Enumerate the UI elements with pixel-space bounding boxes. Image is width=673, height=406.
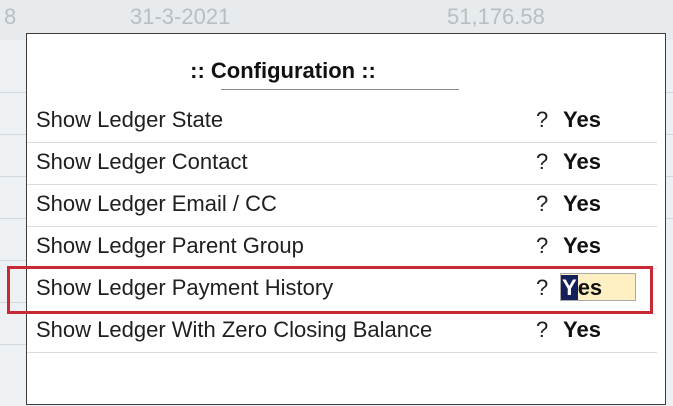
background-gridline xyxy=(0,92,26,93)
config-value-input-active[interactable]: Yes xyxy=(560,273,636,301)
background-gridline xyxy=(0,260,26,261)
question-mark: ? xyxy=(536,107,549,132)
background-gridline xyxy=(0,344,26,345)
config-label: Show Ledger Email / CC xyxy=(36,191,277,216)
config-label: Show Ledger Contact xyxy=(36,149,248,174)
text-cursor: Y xyxy=(561,275,578,300)
question-mark: ? xyxy=(536,149,549,174)
config-row-ledger-parent-group[interactable]: Show Ledger Parent Group ? Yes xyxy=(27,227,657,269)
config-value-field[interactable]: Yes xyxy=(563,191,601,217)
title-underline xyxy=(221,89,459,90)
config-row-payment-history-selected[interactable]: Show Ledger Payment History ? Yes xyxy=(7,266,653,314)
question-mark: ? xyxy=(536,275,549,300)
background-gridline xyxy=(0,134,26,135)
config-value-field[interactable]: Yes xyxy=(563,107,601,133)
question-mark: ? xyxy=(536,233,549,258)
question-mark: ? xyxy=(536,191,549,216)
config-label: Show Ledger State xyxy=(36,107,224,132)
config-row-ledger-state[interactable]: Show Ledger State ? Yes xyxy=(27,101,657,143)
config-value-text: Yes xyxy=(561,275,602,301)
question-mark: ? xyxy=(536,317,549,342)
config-row-ledger-contact[interactable]: Show Ledger Contact ? Yes xyxy=(27,143,657,185)
row-divider xyxy=(27,352,657,353)
config-value-field[interactable]: Yes xyxy=(563,317,601,343)
config-value-field[interactable]: Yes xyxy=(563,149,601,175)
configuration-dialog: :: Configuration :: Show Ledger State ? … xyxy=(7,33,666,405)
background-gridline xyxy=(0,176,26,177)
config-row-ledger-email[interactable]: Show Ledger Email / CC ? Yes xyxy=(27,185,657,227)
config-label: Show Ledger Parent Group xyxy=(36,233,304,258)
config-row-zero-closing-balance[interactable]: Show Ledger With Zero Closing Balance ? … xyxy=(27,311,657,353)
config-label: Show Ledger With Zero Closing Balance xyxy=(36,317,433,342)
dialog-title: :: Configuration :: xyxy=(190,58,376,83)
config-value-rest: es xyxy=(577,275,603,300)
background-gridline xyxy=(0,218,26,219)
config-label: Show Ledger Payment History xyxy=(36,275,334,300)
config-value-field[interactable]: Yes xyxy=(563,233,601,259)
